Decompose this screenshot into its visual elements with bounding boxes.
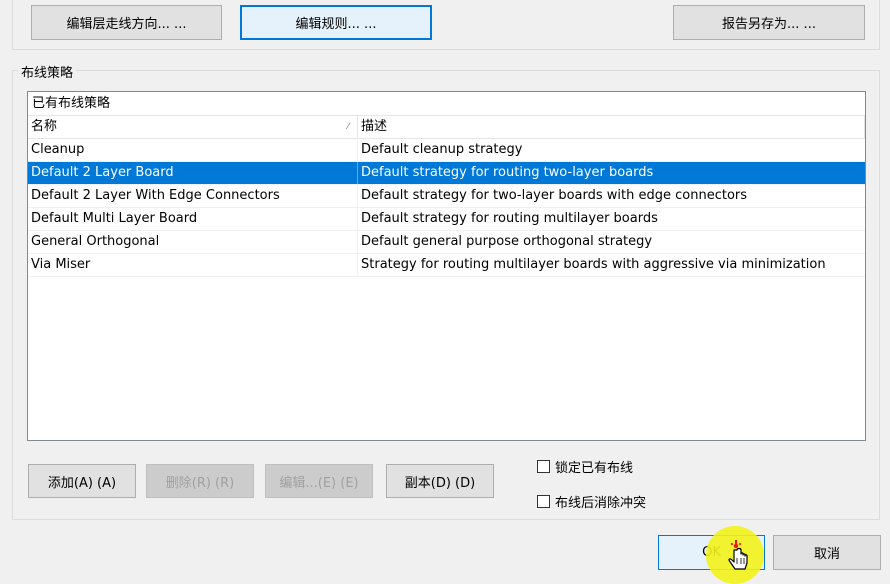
table-row[interactable]: Default 2 Layer With Edge Connectors Def… xyxy=(28,185,865,208)
table-row[interactable]: Cleanup Default cleanup strategy xyxy=(28,139,865,162)
routing-strategy-group-title: 布线策略 xyxy=(18,62,77,81)
cancel-button[interactable]: 取消 xyxy=(773,535,881,570)
lock-existing-routes-label: 锁定已有布线 xyxy=(555,461,634,476)
copy-strategy-button[interactable]: 副本(D) (D) xyxy=(386,464,494,498)
strategy-name-cell: Cleanup xyxy=(28,139,358,161)
strategy-list-header: 名称 ⁄ 描述 xyxy=(28,116,865,139)
column-header-description[interactable]: 描述 xyxy=(358,116,865,138)
table-row[interactable]: General Orthogonal Default general purpo… xyxy=(28,231,865,254)
strategy-name-cell: Default 2 Layer Board xyxy=(28,162,358,184)
strategy-description-cell: Default cleanup strategy xyxy=(361,142,523,157)
lock-existing-routes-checkbox[interactable] xyxy=(537,460,550,473)
table-row-selected[interactable]: Default 2 Layer Board Default strategy f… xyxy=(28,162,865,185)
column-header-description-label: 描述 xyxy=(361,119,388,134)
table-row[interactable]: Via Miser Strategy for routing multilaye… xyxy=(28,254,865,277)
strategy-rows: Cleanup Default cleanup strategy Default… xyxy=(28,139,865,277)
remove-conflicts-option[interactable]: 布线后消除冲突 xyxy=(537,492,646,511)
edit-layer-direction-button[interactable]: 编辑层走线方向... ... xyxy=(31,5,222,40)
table-row[interactable]: Default Multi Layer Board Default strate… xyxy=(28,208,865,231)
sort-indicator-icon: ⁄ xyxy=(347,122,349,132)
strategy-description-cell: Default strategy for two-layer boards wi… xyxy=(361,188,748,203)
strategy-description-cell: Default general purpose orthogonal strat… xyxy=(361,234,653,249)
strategy-description-cell: Strategy for routing multilayer boards w… xyxy=(361,257,826,272)
edit-strategy-button[interactable]: 编辑...(E) (E) xyxy=(265,464,373,498)
strategy-name-cell: Via Miser xyxy=(28,254,358,276)
report-save-as-button[interactable]: 报告另存为... ... xyxy=(673,5,865,40)
strategy-name-cell: Default 2 Layer With Edge Connectors xyxy=(28,185,358,207)
click-indicator-icon xyxy=(730,540,742,549)
remove-conflicts-checkbox[interactable] xyxy=(537,495,550,508)
edit-rules-button[interactable]: 编辑规则... ... xyxy=(240,5,432,40)
strategy-description-cell: Default strategy for routing multilayer … xyxy=(361,211,658,226)
strategy-name-cell: Default Multi Layer Board xyxy=(28,208,358,230)
add-strategy-button[interactable]: 添加(A) (A) xyxy=(28,464,136,498)
delete-strategy-button[interactable]: 删除(R) (R) xyxy=(146,464,254,498)
strategy-description-cell: Default strategy for routing two-layer b… xyxy=(361,165,654,180)
lock-existing-routes-option[interactable]: 锁定已有布线 xyxy=(537,457,633,476)
strategy-name-cell: General Orthogonal xyxy=(28,231,358,253)
strategy-list[interactable]: 已有布线策略 名称 ⁄ 描述 Cleanup Default cleanup s… xyxy=(27,91,866,441)
strategy-list-caption: 已有布线策略 xyxy=(28,92,865,116)
remove-conflicts-label: 布线后消除冲突 xyxy=(555,496,647,511)
column-header-name-label: 名称 xyxy=(31,119,58,134)
column-header-name[interactable]: 名称 ⁄ xyxy=(28,116,358,138)
hand-pointer-icon xyxy=(728,540,748,570)
